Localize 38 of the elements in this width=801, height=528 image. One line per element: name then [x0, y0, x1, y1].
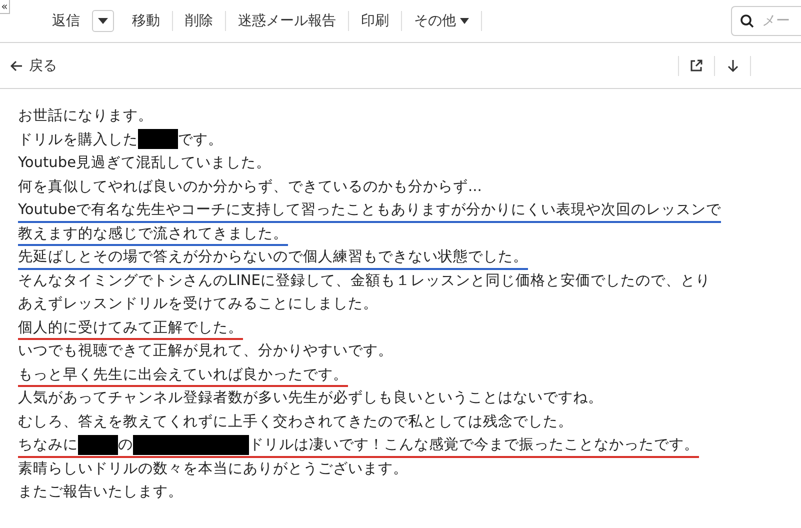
message-text: 教えます的な感じで流されてきました。 — [18, 224, 288, 243]
back-button[interactable]: 戻る — [10, 56, 57, 74]
redacted-block — [78, 434, 118, 455]
message-text: いつでも視聴できて正解が見れて、分かりやすいです。 — [18, 342, 393, 360]
message-text: Youtube見過ぎて混乱していました。 — [18, 154, 271, 172]
toolbar-button[interactable]: その他 — [402, 11, 481, 31]
message-text: Youtubeで有名な先生やコーチに支持して習ったこともありますが分かりにくい表現や次回のレッスンで — [18, 201, 721, 220]
reply-options-button[interactable] — [92, 10, 114, 32]
message-text: またご報告いたします。 — [18, 483, 183, 502]
toolbar-button[interactable]: 移動 — [120, 11, 172, 31]
message-text: です。 — [178, 130, 223, 149]
message-text: 個人的に受けてみて正解でした。 — [18, 318, 243, 337]
message-text: あえずレッスンドリルを受けてみることにしました。 — [18, 295, 378, 314]
collapse-button[interactable]: « — [0, 0, 10, 14]
external-link-icon — [690, 59, 703, 72]
redacted-block — [138, 129, 178, 150]
toolbar-button[interactable]: 削除 — [173, 11, 225, 31]
toolbar-button[interactable]: 印刷 — [349, 11, 401, 31]
message-text: 人気があってチャンネル登録者数が多い先生が必ずしも良いということはないですね。 — [18, 388, 603, 408]
message-text: ドリルは凄いです！こんな感覚で今まで振ったことなかったです。 — [249, 436, 699, 454]
toolbar-button[interactable]: 返信 — [40, 11, 92, 31]
message-text: そんなタイミングでトシさんのLINEに登録して、金額も１レッスンと同じ価格と安価でしたので、とり — [18, 272, 710, 290]
caret-icon — [98, 18, 108, 24]
message-text: 先延ばしとその場で答えが分からないので個人練習もできない状態でした。 — [18, 248, 528, 266]
message-text: ドリルを購入した — [18, 130, 138, 149]
message-text: もっと早く先生に出会えていれば良かったです。 — [18, 366, 348, 384]
message-text: ちなみに — [18, 436, 78, 454]
search-icon — [740, 14, 754, 28]
search-field[interactable]: メー — [731, 6, 801, 36]
message-text: の — [118, 436, 133, 454]
down-arrow-icon — [726, 58, 738, 72]
message-text: お世話になります。 — [18, 107, 153, 126]
message-text: むしろ、答えを教えてくれずに上手く交わされてきたので私としては残念でした。 — [18, 412, 573, 431]
toolbar-button[interactable]: 迷惑メール報告 — [226, 11, 348, 31]
caret-icon — [460, 18, 469, 24]
message-text: 何を真似してやれば良いのか分からず、できているのかも分からず... — [18, 178, 482, 196]
message-text: 素晴らしいドリルの数々を本当にありがとうございます。 — [18, 460, 408, 478]
back-arrow-icon — [10, 60, 23, 72]
